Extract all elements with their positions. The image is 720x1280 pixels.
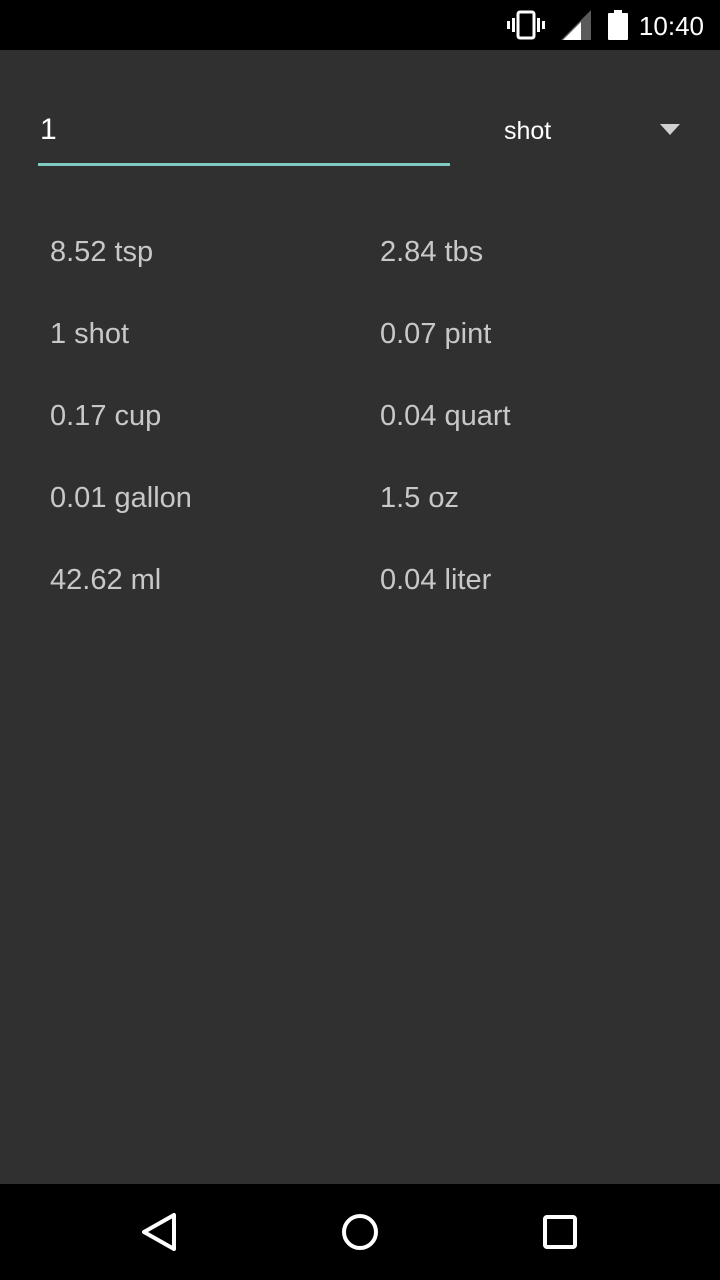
home-icon[interactable] — [336, 1208, 384, 1256]
result-row: 42.62 ml 0.04 liter — [0, 556, 720, 638]
result-row: 0.01 gallon 1.5 oz — [0, 474, 720, 556]
battery-icon — [608, 10, 628, 45]
result-shot: 1 shot — [50, 318, 129, 350]
navigation-bar — [0, 1184, 720, 1280]
recents-icon[interactable] — [536, 1208, 584, 1256]
chevron-down-icon — [660, 124, 680, 135]
unit-dropdown[interactable]: shot — [504, 108, 686, 158]
result-row: 1 shot 0.07 pint — [0, 310, 720, 392]
result-pint: 0.07 pint — [380, 318, 492, 350]
result-ml: 42.62 ml — [50, 564, 162, 596]
amount-input[interactable]: 1 — [38, 102, 450, 166]
result-tsp: 8.52 tsp — [50, 236, 154, 268]
result-liter: 0.04 liter — [380, 564, 492, 596]
unit-dropdown-value: shot — [504, 117, 552, 145]
result-gallon: 0.01 gallon — [50, 482, 192, 514]
vibrate-icon — [507, 10, 545, 45]
result-cup: 0.17 cup — [50, 400, 162, 432]
status-bar: 10:40 — [0, 0, 720, 50]
converter-screen: 1 shot 8.52 tsp 2.84 tbs 1 shot 0.07 pin… — [0, 50, 720, 1184]
back-icon[interactable] — [136, 1208, 184, 1256]
conversion-results: 8.52 tsp 2.84 tbs 1 shot 0.07 pint 0.17 … — [0, 228, 720, 638]
cell-signal-icon — [561, 10, 593, 45]
status-time: 10:40 — [638, 11, 704, 41]
result-oz: 1.5 oz — [380, 482, 459, 514]
result-quart: 0.04 quart — [380, 400, 511, 432]
result-tbs: 2.84 tbs — [380, 236, 484, 268]
result-row: 0.17 cup 0.04 quart — [0, 392, 720, 474]
result-row: 8.52 tsp 2.84 tbs — [0, 228, 720, 310]
